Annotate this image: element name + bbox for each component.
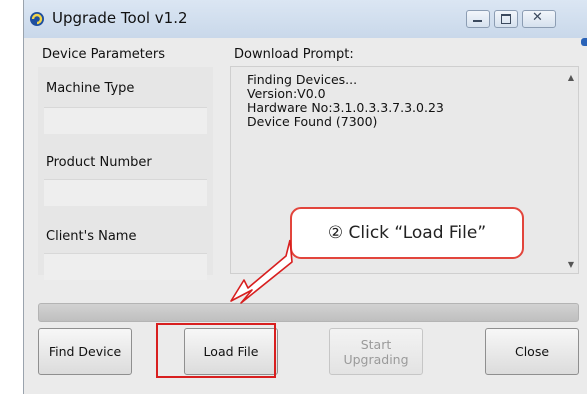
download-prompt-heading: Download Prompt: xyxy=(234,47,354,62)
scroll-up-arrow-icon[interactable]: ▲ xyxy=(568,73,574,82)
clients-name-label: Client's Name xyxy=(46,229,137,244)
maximize-button[interactable] xyxy=(494,10,518,28)
log-line: Version:V0.0 xyxy=(247,86,326,101)
help-indicator xyxy=(581,38,587,46)
window-title: Upgrade Tool v1.2 xyxy=(52,9,188,27)
product-number-label: Product Number xyxy=(46,155,152,170)
upgrade-progress-bar xyxy=(38,303,579,322)
close-button[interactable]: Close xyxy=(485,328,579,375)
app-logo-icon xyxy=(30,12,44,26)
minimize-button[interactable] xyxy=(466,10,490,28)
machine-type-label: Machine Type xyxy=(46,81,135,96)
close-window-button[interactable]: ✕ xyxy=(522,10,556,28)
close-icon: ✕ xyxy=(532,10,543,25)
upgrade-tool-window: Upgrade Tool v1.2 ✕ Device Parameters Do… xyxy=(23,0,587,394)
log-line: Finding Devices... xyxy=(247,72,358,87)
start-upgrading-button[interactable]: Start Upgrading xyxy=(329,328,423,375)
device-parameters-heading: Device Parameters xyxy=(42,47,165,62)
clients-name-value xyxy=(44,253,207,280)
load-file-button[interactable]: Load File xyxy=(184,328,278,375)
device-parameters-panel: Machine Type Product Number Client's Nam… xyxy=(38,67,213,280)
find-device-button[interactable]: Find Device xyxy=(38,328,132,375)
machine-type-value xyxy=(44,107,207,134)
instruction-callout: ② Click “Load File” xyxy=(290,207,524,259)
title-bar[interactable]: Upgrade Tool v1.2 ✕ xyxy=(24,0,587,38)
log-line: Hardware No:3.1.0.3.3.7.3.0.23 xyxy=(247,100,444,115)
log-line: Device Found (7300) xyxy=(247,114,378,129)
product-number-value xyxy=(44,179,207,206)
scroll-down-arrow-icon[interactable]: ▼ xyxy=(568,260,574,269)
